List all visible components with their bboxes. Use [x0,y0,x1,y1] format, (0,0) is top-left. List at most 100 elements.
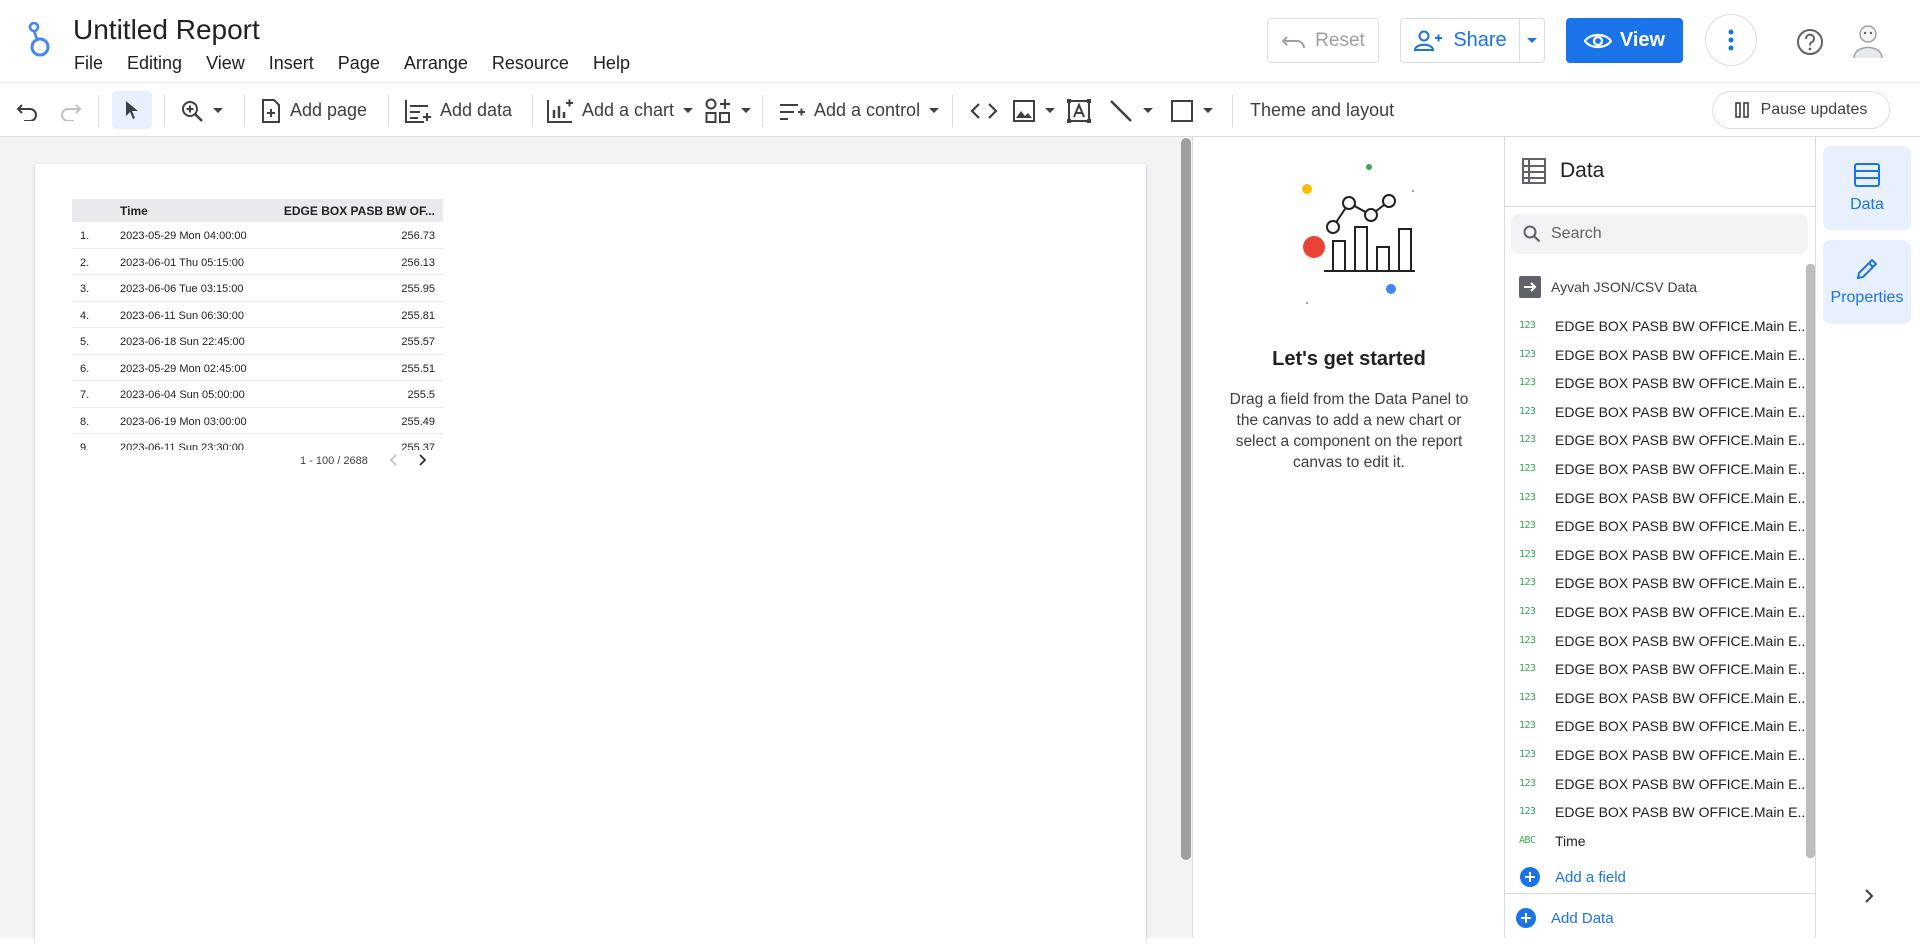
report-page[interactable]: Time EDGE BOX PASB BW OF... 1. 2023-05-2… [35,164,1146,944]
zoom-button[interactable] [180,83,224,138]
cell-value: 256.13 [401,256,435,269]
add-data-source-button[interactable]: Add Data [1515,907,1614,929]
add-line-button[interactable] [1108,83,1154,138]
field-item[interactable]: ABC Time [1505,827,1801,856]
menu-page[interactable]: Page [326,53,392,74]
caret-down-icon [1143,107,1153,113]
help-icon[interactable] [1796,28,1824,56]
theme-layout-label: Theme and layout [1250,100,1395,120]
field-search-input[interactable]: Search [1511,214,1808,254]
add-text-button[interactable] [1066,83,1092,138]
eye-icon [1583,33,1612,48]
field-item[interactable]: 123 EDGE BOX PASB BW OFFICE.Main E... [1505,369,1809,398]
column-header-value[interactable]: EDGE BOX PASB BW OF... [284,204,435,218]
add-data-source-label: Add Data [1551,909,1614,927]
view-button[interactable]: View [1566,18,1683,63]
rectangle-shape-icon [1171,99,1193,122]
toolbar-divider [388,95,389,127]
add-data-button[interactable]: Add data [404,83,512,138]
menu-help[interactable]: Help [581,53,642,74]
field-item[interactable]: 123 EDGE BOX PASB BW OFFICE.Main E... [1505,341,1809,370]
data-table-icon [1854,163,1880,187]
table-row[interactable]: 1. 2023-05-29 Mon 04:00:00 256.73 [72,222,443,249]
report-title[interactable]: Untitled Report [73,14,260,46]
table-row[interactable]: 3. 2023-06-06 Tue 03:15:00 255.95 [72,275,443,302]
rail-tab-data[interactable]: Data [1823,146,1911,230]
menu-insert[interactable]: Insert [257,53,326,74]
add-component-button[interactable] [704,83,752,138]
field-item[interactable]: 123 EDGE BOX PASB BW OFFICE.Main E... [1505,741,1809,770]
select-tool-button[interactable] [112,91,152,129]
cell-value: 255.57 [401,336,435,348]
data-source-item[interactable]: Ayvah JSON/CSV Data [1519,276,1697,298]
add-data-icon [405,99,431,123]
field-item[interactable]: 123 EDGE BOX PASB BW OFFICE.Main E... [1505,312,1809,341]
field-item[interactable]: 123 EDGE BOX PASB BW OFFICE.Main E... [1505,598,1809,627]
field-item[interactable]: 123 EDGE BOX PASB BW OFFICE.Main E... [1505,426,1809,455]
data-source-name: Ayvah JSON/CSV Data [1551,279,1698,295]
add-chart-button[interactable]: Add a chart [546,83,694,138]
data-table-widget[interactable]: Time EDGE BOX PASB BW OF... 1. 2023-05-2… [72,199,443,472]
reset-button[interactable]: Reset [1267,18,1379,63]
chevron-right-icon[interactable] [418,454,426,466]
field-name: EDGE BOX PASB BW OFFICE.Main E... [1555,346,1810,363]
share-dropdown-button[interactable] [1520,18,1545,63]
pause-icon [1734,102,1749,118]
field-item[interactable]: 123 EDGE BOX PASB BW OFFICE.Main E... [1505,541,1809,570]
table-row[interactable]: 6. 2023-05-29 Mon 02:45:00 255.51 [72,355,443,381]
field-item[interactable]: 123 EDGE BOX PASB BW OFFICE.Main E... [1505,512,1809,541]
embed-code-button[interactable] [970,83,998,138]
field-item[interactable]: 123 EDGE BOX PASB BW OFFICE.Main E... [1505,627,1809,656]
field-name: EDGE BOX PASB BW OFFICE.Main E... [1555,746,1810,763]
field-item[interactable]: 123 EDGE BOX PASB BW OFFICE.Main E... [1505,455,1809,484]
field-item[interactable]: 123 EDGE BOX PASB BW OFFICE.Main E... [1505,484,1809,513]
field-item[interactable]: 123 EDGE BOX PASB BW OFFICE.Main E... [1505,770,1809,799]
add-page-button[interactable]: Add page [260,83,367,138]
share-button[interactable]: Share [1400,18,1520,63]
menu-file[interactable]: File [62,53,115,74]
field-item[interactable]: 123 EDGE BOX PASB BW OFFICE.Main E... [1505,798,1809,827]
canvas-scrollbar[interactable] [1181,138,1191,860]
undo-button[interactable] [16,83,40,138]
toolbar-divider [952,95,953,127]
caret-down-icon [1045,107,1055,113]
add-shape-button[interactable] [1170,83,1214,138]
chevron-right-icon[interactable] [1864,888,1874,904]
theme-layout-button[interactable]: Theme and layout [1250,83,1394,138]
field-list-scrollbar[interactable] [1806,264,1815,858]
user-avatar[interactable] [1848,20,1888,60]
field-item[interactable]: 123 EDGE BOX PASB BW OFFICE.Main E... [1505,655,1809,684]
redo-button[interactable] [58,83,82,138]
field-item[interactable]: 123 EDGE BOX PASB BW OFFICE.Main E... [1505,712,1809,741]
add-person-icon [1414,30,1443,51]
field-item[interactable]: 123 EDGE BOX PASB BW OFFICE.Main E... [1505,398,1809,427]
number-type-icon: 123 [1519,434,1536,446]
rail-tab-properties[interactable]: Properties [1823,240,1911,324]
menu-resource[interactable]: Resource [480,53,581,74]
table-row[interactable]: 4. 2023-06-11 Sun 06:30:00 255.81 [72,302,443,328]
field-item[interactable]: 123 EDGE BOX PASB BW OFFICE.Main E... [1505,684,1809,713]
menu-editing[interactable]: Editing [115,53,194,74]
row-number: 2. [80,256,90,269]
more-options-button[interactable] [1705,14,1757,66]
table-row[interactable]: 2. 2023-06-01 Thu 05:15:00 256.13 [72,249,443,275]
chevron-left-icon[interactable] [390,454,398,466]
menu-view[interactable]: View [194,53,257,74]
field-name: EDGE BOX PASB BW OFFICE.Main E... [1555,489,1810,506]
pause-updates-button[interactable]: Pause updates [1712,91,1890,129]
cell-value: 255.5 [407,389,435,401]
add-control-button[interactable]: Add a control [778,83,940,138]
menu-arrange[interactable]: Arrange [392,53,480,74]
table-row[interactable]: 7. 2023-06-04 Sun 05:00:00 255.5 [72,381,443,408]
table-row[interactable]: 5. 2023-06-18 Sun 22:45:00 255.57 [72,328,443,355]
looker-studio-logo-icon[interactable] [24,22,54,58]
table-row[interactable]: 9. 2023-06-11 Sun 23:30:00 255.37 [72,434,443,450]
table-row[interactable]: 8. 2023-06-19 Mon 03:00:00 255.49 [72,408,443,434]
field-item[interactable]: 123 EDGE BOX PASB BW OFFICE.Main E... [1505,569,1809,598]
add-field-button[interactable]: Add a field [1519,866,1626,888]
column-header-time[interactable]: Time [120,204,148,218]
menu-bar: File Editing View Insert Page Arrange Re… [62,53,642,74]
number-type-icon: 123 [1519,748,1536,760]
add-image-button[interactable] [1012,83,1056,138]
rail-tab-data-label: Data [1850,196,1884,213]
